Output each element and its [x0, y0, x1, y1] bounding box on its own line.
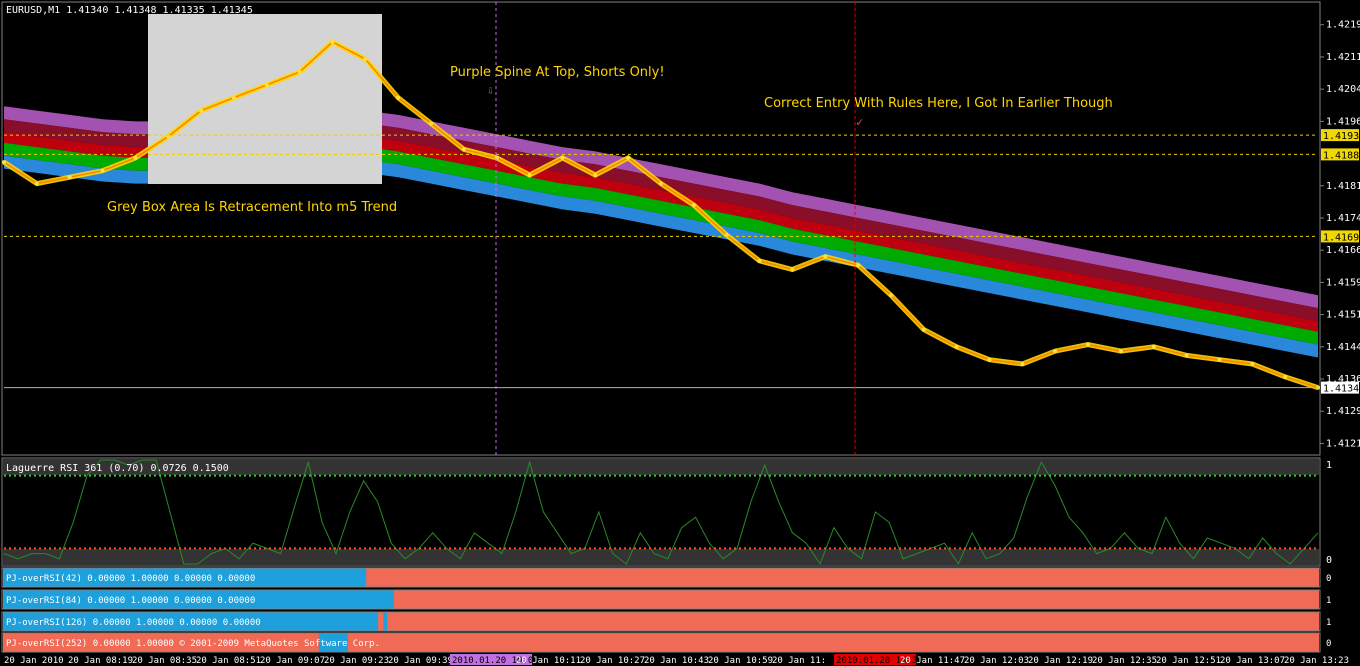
time-tick-label: 20 Jan 11: [772, 656, 826, 666]
price-tick-label: 1.41740 [1326, 213, 1360, 224]
price-point [823, 254, 828, 259]
level-price-label: 1.41933 [1323, 131, 1360, 142]
price-tick-label: 1.41515 [1326, 310, 1360, 321]
current-price-label: 1.41345 [1323, 384, 1360, 395]
overrsi-panel-scale: 1 [1326, 596, 1331, 606]
time-tick-label: 20 Jan 13:07 [1220, 656, 1285, 666]
price-tick-label: 1.41215 [1326, 438, 1360, 449]
time-tick-label: 20 Jan 12:19 [1028, 656, 1093, 666]
time-tick-label: 20 Jan 11:47 [900, 656, 965, 666]
price-point [363, 57, 368, 62]
price-point [297, 70, 302, 74]
time-tick-label: 20 Jan 08:51 [196, 656, 261, 666]
rsi-panel-title: Laguerre RSI 361 (0.70) 0.0726 0.1500 [6, 463, 229, 474]
price-point [560, 155, 565, 160]
level-price-label: 1.41888 [1323, 150, 1360, 161]
price-point [889, 293, 893, 298]
rsi-scale-top: 1 [1326, 460, 1332, 471]
price-point [264, 82, 269, 87]
down-arrow-marker-icon: ⇩ [487, 83, 494, 97]
time-tick-label: 20 Jan 2010 [4, 656, 64, 666]
price-point [461, 147, 466, 152]
overrsi-panel-scale: 0 [1326, 639, 1331, 649]
overrsi-panel-title: PJ-overRSI(42) 0.00000 1.00000 0.00000 0… [6, 574, 255, 584]
price-point [1086, 342, 1090, 347]
price-point [790, 267, 795, 272]
price-tick-label: 1.42040 [1326, 84, 1360, 95]
price-tick-label: 1.41665 [1326, 245, 1360, 256]
price-tick-label: 1.41815 [1326, 181, 1360, 192]
price-point [659, 181, 663, 186]
time-tick-label: 20 Jan 12:03 [964, 656, 1029, 666]
time-tick-label: 20 Jan 12:35 [1092, 656, 1157, 666]
price-point [593, 173, 598, 177]
price-point [396, 95, 401, 100]
price-tick-label: 1.41290 [1326, 406, 1360, 417]
time-tick-label: 20 Jan 09:07 [260, 656, 325, 666]
price-tick-label: 1.41965 [1326, 116, 1360, 127]
price-point [231, 95, 236, 100]
symbol-header: EURUSD,M1 1.41340 1.41348 1.41335 1.4134… [6, 5, 253, 16]
overrsi-panel-bull-segment [383, 612, 388, 631]
price-point [954, 344, 959, 349]
price-point [100, 168, 105, 173]
price-point [34, 181, 39, 186]
retracement-box [148, 14, 382, 184]
price-point [1118, 349, 1123, 354]
time-tick-label: 20 Jan 10:43 [644, 656, 709, 666]
overrsi-panel-title: PJ-overRSI(126) 0.00000 1.00000 0.00000 … [6, 618, 261, 628]
annotation-top-note: Purple Spine At Top, Shorts Only! [450, 65, 665, 80]
price-point [494, 155, 499, 160]
overrsi-panel-scale: 0 [1326, 574, 1331, 584]
price-point [1217, 357, 1222, 362]
price-tick-label: 1.41590 [1326, 277, 1360, 288]
price-point [1283, 374, 1288, 379]
price-point [1250, 362, 1255, 366]
price-point [1184, 353, 1189, 358]
price-point [133, 155, 138, 160]
price-point [527, 173, 532, 177]
price-point [330, 39, 335, 44]
price-tick-label: 1.42190 [1326, 20, 1360, 31]
time-tick-label: 20 Jan 08:19 [68, 656, 133, 666]
chart-canvas: EURUSD,M1 1.41340 1.41348 1.41335 1.4134… [1, 1, 1360, 666]
price-point [921, 327, 926, 332]
price-axis: 1.42190 1.42115 1.42040 1.41965 1.41815 1.417… [1320, 20, 1360, 449]
time-tick-label: 20 Jan 08:35 [132, 656, 197, 666]
price-point [987, 357, 992, 362]
annotation-entry-note: Correct Entry With Rules Here, I Got In … [764, 96, 1113, 111]
price-point [856, 263, 861, 268]
time-tick-label: 20 Jan 10:59 [708, 656, 773, 666]
time-tick-label: 20 Jan 09:23 [324, 656, 389, 666]
overrsi-panel-title: PJ-overRSI(252) 0.00000 1.00000 © 2001-2… [6, 639, 380, 649]
rsi-scale-bottom: 0 [1326, 555, 1332, 566]
price-point [67, 175, 72, 180]
price-point [1053, 349, 1058, 354]
price-point [1151, 344, 1156, 349]
price-tick-label: 1.42115 [1326, 52, 1360, 63]
overrsi-panel-scale: 1 [1326, 618, 1331, 628]
price-tick-label: 1.41440 [1326, 342, 1360, 353]
price-point [626, 155, 631, 160]
rsi-lower-band [3, 549, 1319, 565]
time-axis: 20 Jan 2010 20 Jan 08:1920 Jan 08:3520 Ja… [4, 654, 1349, 666]
time-tick-label: 20 Jan 10:11 [516, 656, 581, 666]
price-point [199, 108, 204, 113]
time-tick-label: 20 Jan 10:27 [580, 656, 645, 666]
overrsi-panels: PJ-overRSI(42) 0.00000 1.00000 0.00000 0… [1, 567, 1331, 653]
price-point [691, 203, 696, 208]
level-price-label: 1.41697 [1323, 232, 1360, 243]
check-marker-icon: ✓ [856, 115, 863, 129]
price-point [2, 160, 6, 165]
time-tick-label: 20 Jan 09:39 [388, 656, 453, 666]
annotation-box-note: Grey Box Area Is Retracement Into m5 Tre… [107, 200, 397, 215]
price-point [1020, 362, 1025, 366]
time-tick-label: 20 Jan 13:23 [1284, 656, 1349, 666]
overrsi-panel-title: PJ-overRSI(84) 0.00000 1.00000 0.00000 0… [6, 596, 255, 606]
price-point [757, 258, 762, 263]
price-point [429, 121, 434, 126]
time-tick-label: 20 Jan 12:51 [1156, 656, 1221, 666]
